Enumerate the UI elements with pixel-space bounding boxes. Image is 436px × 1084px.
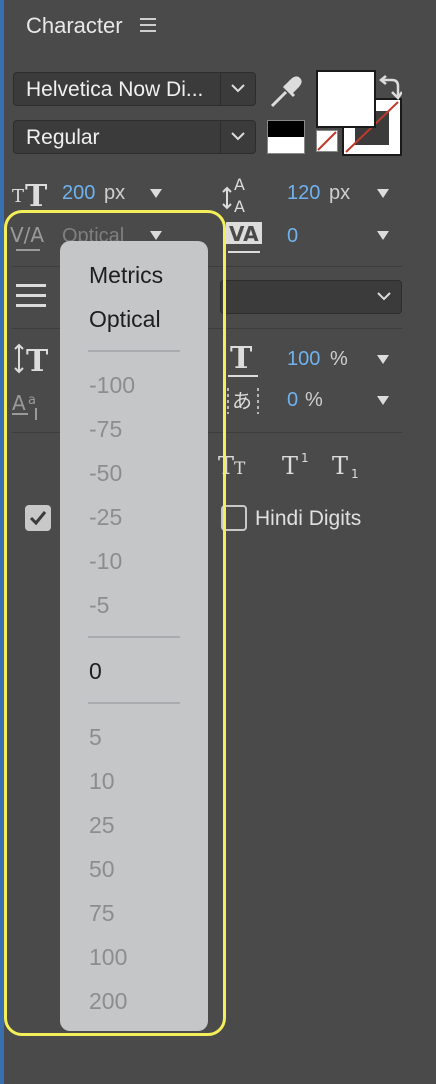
tsume-unit: %: [305, 389, 323, 411]
font-family-dropdown[interactable]: Helvetica Now Di...: [13, 72, 256, 106]
svg-text:T: T: [12, 186, 24, 207]
svg-text:VA: VA: [229, 222, 259, 246]
svg-text:T: T: [230, 342, 253, 376]
svg-text:T: T: [332, 452, 348, 480]
subscript-icon[interactable]: T1: [332, 450, 368, 485]
leading-unit: px: [329, 182, 351, 204]
svg-text:1: 1: [351, 467, 359, 480]
svg-text:1: 1: [301, 451, 309, 465]
fill-color-swatch[interactable]: [316, 70, 376, 128]
hindi-digits-label: Hindi Digits: [255, 507, 362, 530]
text-color-swatch[interactable]: [267, 120, 305, 154]
font-size-value[interactable]: 200: [62, 182, 95, 205]
svg-text:T: T: [234, 459, 246, 479]
eyedropper-icon[interactable]: [266, 74, 306, 115]
vertical-scale-dropdown-icon[interactable]: [377, 355, 389, 364]
vertical-scale-unit: %: [330, 348, 348, 370]
tsume-value[interactable]: 0: [287, 389, 298, 412]
svg-text:T: T: [25, 179, 48, 210]
no-fill-icon[interactable]: [316, 130, 338, 152]
font-size-unit: px: [104, 182, 126, 204]
superscript-icon[interactable]: T1: [282, 450, 318, 485]
svg-text:T: T: [282, 452, 298, 480]
panel-menu-icon[interactable]: [140, 18, 156, 32]
leading-dropdown-icon[interactable]: [377, 189, 389, 198]
svg-text:A: A: [234, 175, 245, 194]
swap-colors-icon[interactable]: [378, 74, 404, 105]
chevron-down-icon[interactable]: [220, 121, 255, 153]
tracking-icon: VA: [226, 220, 264, 263]
svg-text:あ: あ: [232, 389, 252, 413]
font-family-value: Helvetica Now Di...: [26, 78, 204, 101]
panel-title: Character: [26, 13, 123, 38]
leading-icon: AA: [222, 174, 258, 219]
tracking-dropdown-icon[interactable]: [377, 231, 389, 240]
leading-value[interactable]: 120: [287, 182, 320, 205]
chevron-down-icon[interactable]: [367, 281, 401, 313]
font-style-value: Regular: [26, 126, 100, 149]
stroke-style-dropdown[interactable]: [220, 280, 402, 314]
font-size-dropdown-icon[interactable]: [150, 189, 162, 198]
svg-text:A: A: [234, 197, 245, 214]
tracking-value[interactable]: 0: [287, 225, 298, 248]
vertical-scale-value[interactable]: 100: [287, 348, 320, 371]
tsume-icon: あ: [226, 384, 262, 425]
chevron-down-icon[interactable]: [220, 73, 255, 105]
font-style-dropdown[interactable]: Regular: [13, 120, 256, 154]
tsume-dropdown-icon[interactable]: [377, 396, 389, 405]
highlight-outline: [4, 210, 226, 1036]
horizontal-scale-icon: T: [226, 341, 262, 387]
